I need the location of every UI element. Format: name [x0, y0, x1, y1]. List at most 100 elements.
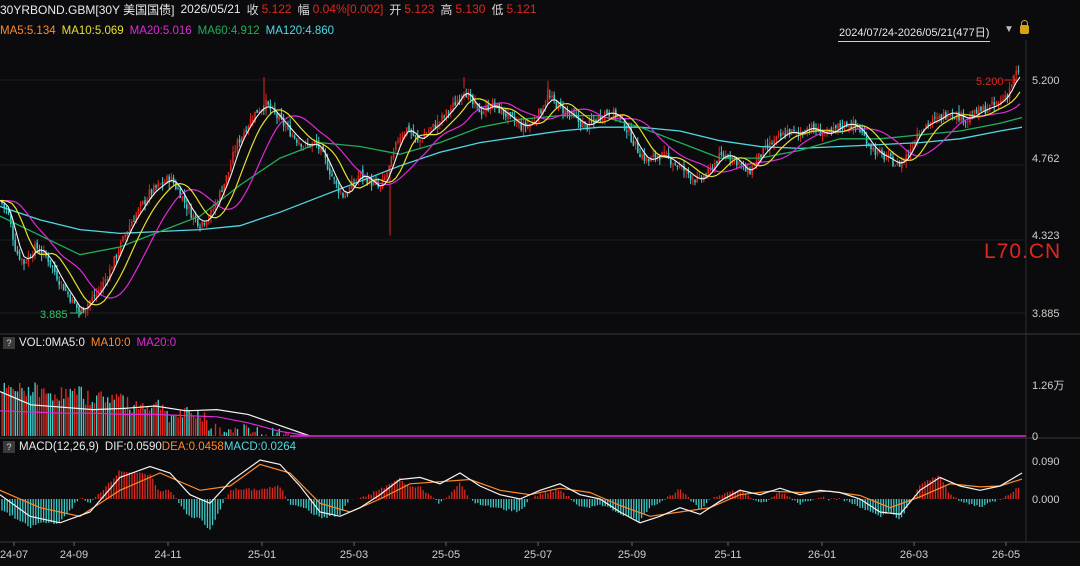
candle-body — [445, 109, 448, 117]
candle-body — [120, 241, 122, 254]
candle-body — [626, 130, 628, 133]
candle-body — [674, 163, 676, 165]
candle-body — [780, 133, 782, 137]
volume-bar — [186, 407, 188, 436]
candle-body — [115, 255, 118, 259]
candle-body — [47, 256, 49, 262]
candle-body — [995, 102, 998, 105]
volume-bar — [54, 394, 56, 436]
candle-body — [670, 158, 672, 165]
candle-body — [16, 250, 19, 254]
candle-body — [848, 126, 850, 128]
candle-body — [428, 130, 430, 133]
candle-body — [80, 309, 82, 312]
macd-tick-label: 0.090 — [1032, 456, 1060, 468]
candle-body — [205, 222, 208, 226]
volume-bar — [30, 395, 32, 436]
candle-body — [150, 189, 153, 194]
candle-body — [793, 129, 795, 131]
candle-body — [300, 143, 302, 147]
volume-bar — [250, 433, 252, 436]
volume-bar — [96, 395, 98, 436]
candle-body — [707, 168, 709, 175]
candle-body — [441, 115, 443, 121]
candle-body — [227, 172, 230, 176]
macd-help-icon[interactable]: ? — [3, 441, 15, 453]
candle-body — [71, 298, 74, 304]
x-tick-label: 25-07 — [524, 549, 552, 561]
volume-bar — [122, 395, 124, 436]
candle-body — [181, 196, 184, 200]
volume-bar — [133, 405, 135, 436]
volume-bar — [109, 402, 111, 436]
candle-body — [203, 223, 206, 225]
volume-bar — [60, 387, 63, 436]
volume-bar — [124, 408, 126, 436]
candle-body — [1011, 84, 1013, 88]
candle-body — [953, 118, 956, 120]
candle-body — [335, 180, 338, 185]
candle-body — [516, 121, 518, 123]
chart-canvas[interactable]: 5.2004.7624.3233.8855.2003.8851.26万00.09… — [0, 0, 1080, 566]
candle-body — [775, 136, 778, 141]
candle-body — [153, 185, 155, 194]
candle-body — [133, 221, 135, 223]
volume-help-icon[interactable]: ? — [3, 337, 15, 349]
min-price-label: 3.885 — [40, 309, 68, 321]
candle-body — [606, 110, 608, 114]
candle-body — [197, 218, 199, 226]
candle-body — [934, 117, 936, 119]
x-tick-label: 25-11 — [714, 549, 741, 561]
volume-bar — [157, 399, 159, 436]
candle-body — [887, 154, 890, 156]
candle-body — [76, 303, 78, 308]
volume-bar — [151, 407, 153, 436]
volume-bar — [32, 392, 34, 436]
candle-body — [124, 235, 126, 238]
candle-body — [839, 122, 841, 128]
candle-body — [716, 161, 718, 164]
volume-bar — [104, 402, 107, 436]
macd-title: MACD(12,26,9) — [19, 441, 99, 453]
candle-body — [23, 259, 25, 264]
volume-bar — [285, 432, 287, 436]
candle-body — [771, 143, 773, 145]
candle-body — [384, 176, 386, 180]
candle-body — [692, 178, 694, 180]
candle-body — [452, 102, 454, 108]
candle-body — [509, 112, 511, 114]
x-tick-label: 25-03 — [340, 549, 368, 561]
volume-bar — [45, 393, 47, 436]
volume-bar — [223, 431, 225, 436]
candle-body — [14, 239, 16, 251]
volume-bar — [69, 388, 71, 436]
candle-body — [397, 140, 399, 142]
candle-body — [331, 174, 333, 177]
candle-body — [221, 190, 223, 192]
volume-bar — [74, 388, 76, 436]
candle-body — [505, 113, 507, 117]
volume-bar — [3, 382, 5, 436]
candle-body — [395, 141, 397, 150]
volume-bar — [102, 396, 104, 436]
volume-bar — [76, 394, 78, 436]
candle-body — [665, 153, 668, 155]
candle-body — [689, 174, 692, 180]
macd-value-legend: MACD:0.0264 — [223, 441, 297, 453]
candle-body — [698, 175, 701, 177]
candle-body — [782, 132, 784, 136]
volume-bar — [228, 429, 230, 436]
candle-body — [234, 151, 236, 153]
candle-body — [340, 191, 342, 193]
candle-body — [969, 116, 971, 123]
candle-body — [450, 108, 452, 112]
candle-body — [25, 262, 27, 264]
volume-bar — [107, 397, 109, 436]
volume-bar — [56, 398, 58, 436]
candle-body — [267, 101, 269, 105]
volume-bar — [131, 412, 133, 436]
candle-body — [3, 203, 5, 208]
volume-bar — [140, 404, 142, 436]
candle-body — [925, 124, 927, 128]
x-tick-label: 24-09 — [60, 549, 88, 561]
